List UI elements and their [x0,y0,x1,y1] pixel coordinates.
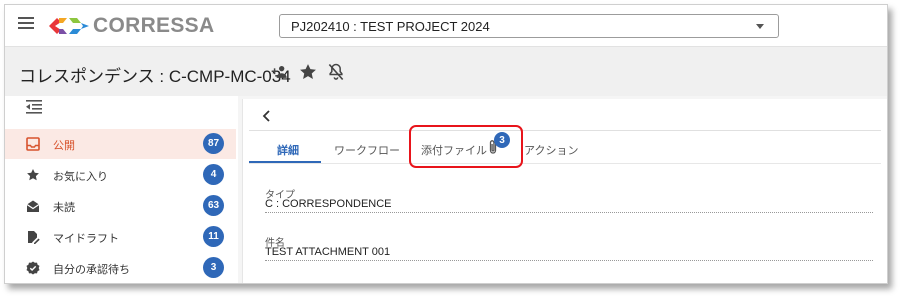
brand-name: CORRESSA [93,14,215,37]
collapse-menu-icon[interactable] [25,99,43,115]
app-window: CORRESSA PJ202410 : TEST PROJECT 2024 コレ… [4,4,888,284]
project-selector[interactable]: PJ202410 : TEST PROJECT 2024 [279,14,779,38]
sidebar-item-label: 公開 [53,140,75,152]
app-header: CORRESSA PJ202410 : TEST PROJECT 2024 [5,5,887,47]
verified-icon [26,261,40,275]
divider [249,130,881,131]
sidebar-item-label: 未読 [53,202,75,214]
highlight-box [409,125,523,168]
draft-edit-icon [28,231,40,244]
sidebar-item-unread[interactable]: 未読 63 [5,191,236,221]
main-content: 詳細 ワークフロー 添付ファイル 3 アクション タイプ C : CORRESP… [238,96,887,283]
notifications-off-icon[interactable] [326,62,346,82]
sidebar-item-label: マイドラフト [53,233,119,245]
field-value-type: C : CORRESPONDENCE [265,198,873,213]
dropdown-caret-icon [756,24,764,29]
sidebar-item-my-drafts[interactable]: マイドラフト 11 [5,222,236,252]
open-mail-icon [26,200,40,212]
detail-card: 詳細 ワークフロー 添付ファイル 3 アクション タイプ C : CORRESP… [242,99,887,283]
chevron-left-icon[interactable] [261,109,273,123]
project-selector-value: PJ202410 : TEST PROJECT 2024 [291,19,490,34]
page-title: コレスポンデンス : C-CMP-MC-034 [19,67,291,86]
sidebar-item-awaiting-my-approval[interactable]: 自分の承認待ち 3 [5,253,236,283]
count-badge: 63 [203,195,224,216]
title-bar: コレスポンデンス : C-CMP-MC-034 [5,47,887,96]
count-badge: 4 [203,164,224,185]
inbox-icon [26,137,40,151]
logo-mark-icon [49,18,89,34]
star-icon [27,169,39,181]
count-badge: 3 [203,257,224,278]
add-person-icon[interactable] [270,62,290,82]
tab-details[interactable]: 詳細 [277,142,299,158]
count-badge: 87 [203,133,224,154]
sidebar: 公開 87 お気に入り 4 未読 63 マイドラフト 11 自分の承認待ち 3 [5,96,238,283]
sidebar-item-label: お気に入り [53,171,108,183]
hamburger-menu-icon[interactable] [18,17,34,33]
sidebar-item-public[interactable]: 公開 87 [5,129,236,159]
count-badge: 11 [203,226,224,247]
sidebar-item-label: 自分の承認待ち [53,264,130,276]
tab-workflow[interactable]: ワークフロー [334,142,400,158]
sidebar-item-favorites[interactable]: お気に入り 4 [5,160,236,190]
field-value-subject: TEST ATTACHMENT 001 [265,246,873,261]
divider [249,163,881,164]
tab-actions[interactable]: アクション [524,142,578,158]
brand-logo[interactable]: CORRESSA [47,14,214,38]
star-icon[interactable] [298,62,318,82]
